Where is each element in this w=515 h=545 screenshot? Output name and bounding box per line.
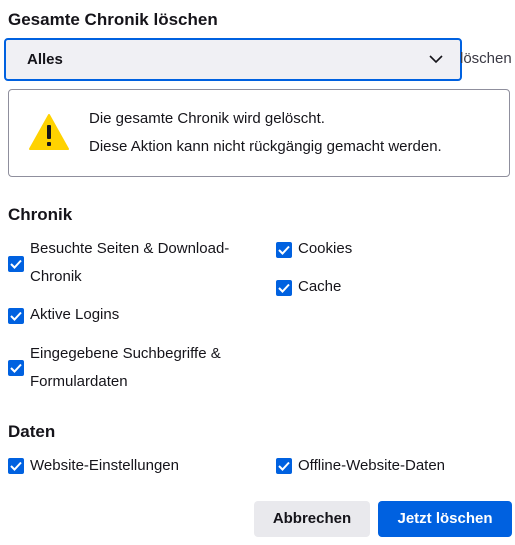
cancel-button[interactable]: Abbrechen xyxy=(254,501,370,537)
checkbox-cookies[interactable] xyxy=(276,242,292,258)
checkbox-history-downloads[interactable] xyxy=(8,256,24,272)
checkbox-label-form-line2[interactable]: Formulardaten xyxy=(30,368,128,396)
time-range-selected: Alles xyxy=(27,51,63,68)
checkbox-label-cookies[interactable]: Cookies xyxy=(298,235,352,263)
checkbox-site-settings[interactable] xyxy=(8,458,24,474)
checkbox-label-form-line1[interactable]: Eingegebene Suchbegriffe & xyxy=(30,340,221,368)
checkbox-label-history-line1[interactable]: Besuchte Seiten & Download- xyxy=(30,235,229,263)
time-range-dropdown[interactable]: Alles xyxy=(4,38,462,81)
checkmark-icon xyxy=(10,363,22,373)
checkmark-icon xyxy=(278,283,290,293)
warning-text-line2: Diese Aktion kann nicht rückgängig gemac… xyxy=(89,138,442,155)
section-title-history: Chronik xyxy=(8,205,73,224)
time-range-row: Alles löschen xyxy=(4,38,515,81)
checkbox-label-active-logins[interactable]: Aktive Logins xyxy=(30,301,119,329)
checkbox-form-search-data[interactable] xyxy=(8,360,24,376)
warning-box: Die gesamte Chronik wird gelöscht. Diese… xyxy=(8,89,510,177)
checkbox-label-site-settings[interactable]: Website-Einstellungen xyxy=(30,452,179,480)
checkbox-active-logins[interactable] xyxy=(8,308,24,324)
checkbox-label-cache[interactable]: Cache xyxy=(298,273,341,301)
chevron-down-icon xyxy=(429,55,443,64)
checkmark-icon xyxy=(278,245,290,255)
time-range-suffix: löschen xyxy=(460,50,512,67)
checkmark-icon xyxy=(10,311,22,321)
dialog-title: Gesamte Chronik löschen xyxy=(8,10,218,29)
warning-icon xyxy=(29,114,69,150)
checkbox-label-history-line2[interactable]: Chronik xyxy=(30,263,82,291)
checkmark-icon xyxy=(278,461,290,471)
checkbox-cache[interactable] xyxy=(276,280,292,296)
clear-now-button[interactable]: Jetzt löschen xyxy=(378,501,512,537)
checkmark-icon xyxy=(10,259,22,269)
section-title-data: Daten xyxy=(8,422,56,441)
checkbox-label-offline-data[interactable]: Offline-Website-Daten xyxy=(298,452,445,480)
checkbox-offline-data[interactable] xyxy=(276,458,292,474)
checkmark-icon xyxy=(10,461,22,471)
warning-text-line1: Die gesamte Chronik wird gelöscht. xyxy=(89,110,325,127)
